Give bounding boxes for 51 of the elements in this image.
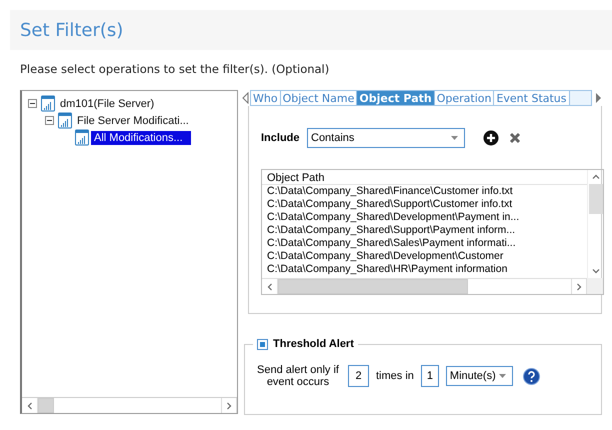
threshold-title: Threshold Alert	[273, 338, 354, 350]
scroll-left-icon	[266, 282, 274, 290]
tree-item[interactable]: All Modifications...	[91, 130, 191, 144]
horizontal-scrollbar[interactable]	[22, 397, 237, 413]
add-icon	[483, 130, 499, 146]
delete-icon	[509, 132, 521, 144]
scroll-up-icon	[592, 173, 600, 181]
caret-icon	[451, 136, 458, 140]
list-row[interactable]: C:\Data\Company_Shared\Development\Payment in...	[262, 211, 587, 224]
scroll-down-icon	[592, 267, 600, 275]
scrollbar-thumb[interactable]	[38, 398, 54, 413]
collapse-icon[interactable]	[45, 116, 54, 125]
horizontal-scrollbar[interactable]	[262, 278, 587, 294]
page-title: Set Filter(s)	[20, 20, 124, 40]
unit-dropdown[interactable]: Minute(s)	[446, 366, 513, 386]
list-row[interactable]: C:\Data\Company_Shared\HR\Payment information	[262, 263, 587, 276]
times-label: times in	[376, 370, 414, 382]
collapse-icon[interactable]	[28, 99, 37, 108]
help-icon	[522, 368, 540, 384]
period-field[interactable]: 1	[420, 365, 439, 387]
server-icon	[58, 112, 72, 129]
server-icon	[75, 129, 89, 146]
scroll-right-icon	[594, 92, 602, 104]
include-dropdown[interactable]: Contains	[307, 128, 465, 148]
count-field[interactable]: 2	[348, 365, 369, 387]
list-row[interactable]: C:\Data\Company_Shared\Finance\Customer info.txt	[262, 185, 587, 198]
scroll-right-icon	[225, 402, 233, 410]
tree-item[interactable]: File Server Modificati...	[74, 114, 192, 128]
list-row[interactable]: C:\Data\Company_Shared\Sales\Payment informati...	[262, 237, 587, 250]
caret-icon	[498, 374, 506, 378]
instruction-text: Please select operations to set the filter(s). (Optional)	[20, 62, 330, 76]
tab[interactable]: Object Name	[280, 91, 358, 105]
tab[interactable]: Who	[251, 91, 281, 105]
scrollbar-thumb[interactable]	[588, 184, 602, 214]
tree-item[interactable]: dm101(File Server)	[57, 96, 158, 110]
tab[interactable]: Operation	[434, 91, 494, 105]
server-icon	[41, 95, 55, 112]
list-row[interactable]: C:\Data\Company_Shared\Support\Payment inform...	[262, 224, 587, 237]
scroll-left-icon	[26, 402, 34, 410]
scroll-right-icon	[575, 282, 583, 290]
tab[interactable]: Event Status	[494, 91, 570, 105]
tab[interactable]: Object Path	[357, 91, 435, 105]
threshold-checkbox[interactable]	[257, 338, 268, 350]
list-row[interactable]: C:\Data\Company_Shared\Support\Customer info.txt	[262, 198, 587, 211]
alert-label: Send alert only if event occurs	[256, 364, 340, 388]
vertical-scrollbar[interactable]	[587, 170, 603, 278]
list-row[interactable]: C:\Data\Company_Shared\Development\Customer	[262, 250, 587, 263]
column-header[interactable]: Object Path	[262, 170, 587, 185]
scrollbar-thumb[interactable]	[278, 279, 468, 294]
include-label: Include	[261, 132, 301, 144]
scrollbar-corner	[587, 278, 603, 294]
